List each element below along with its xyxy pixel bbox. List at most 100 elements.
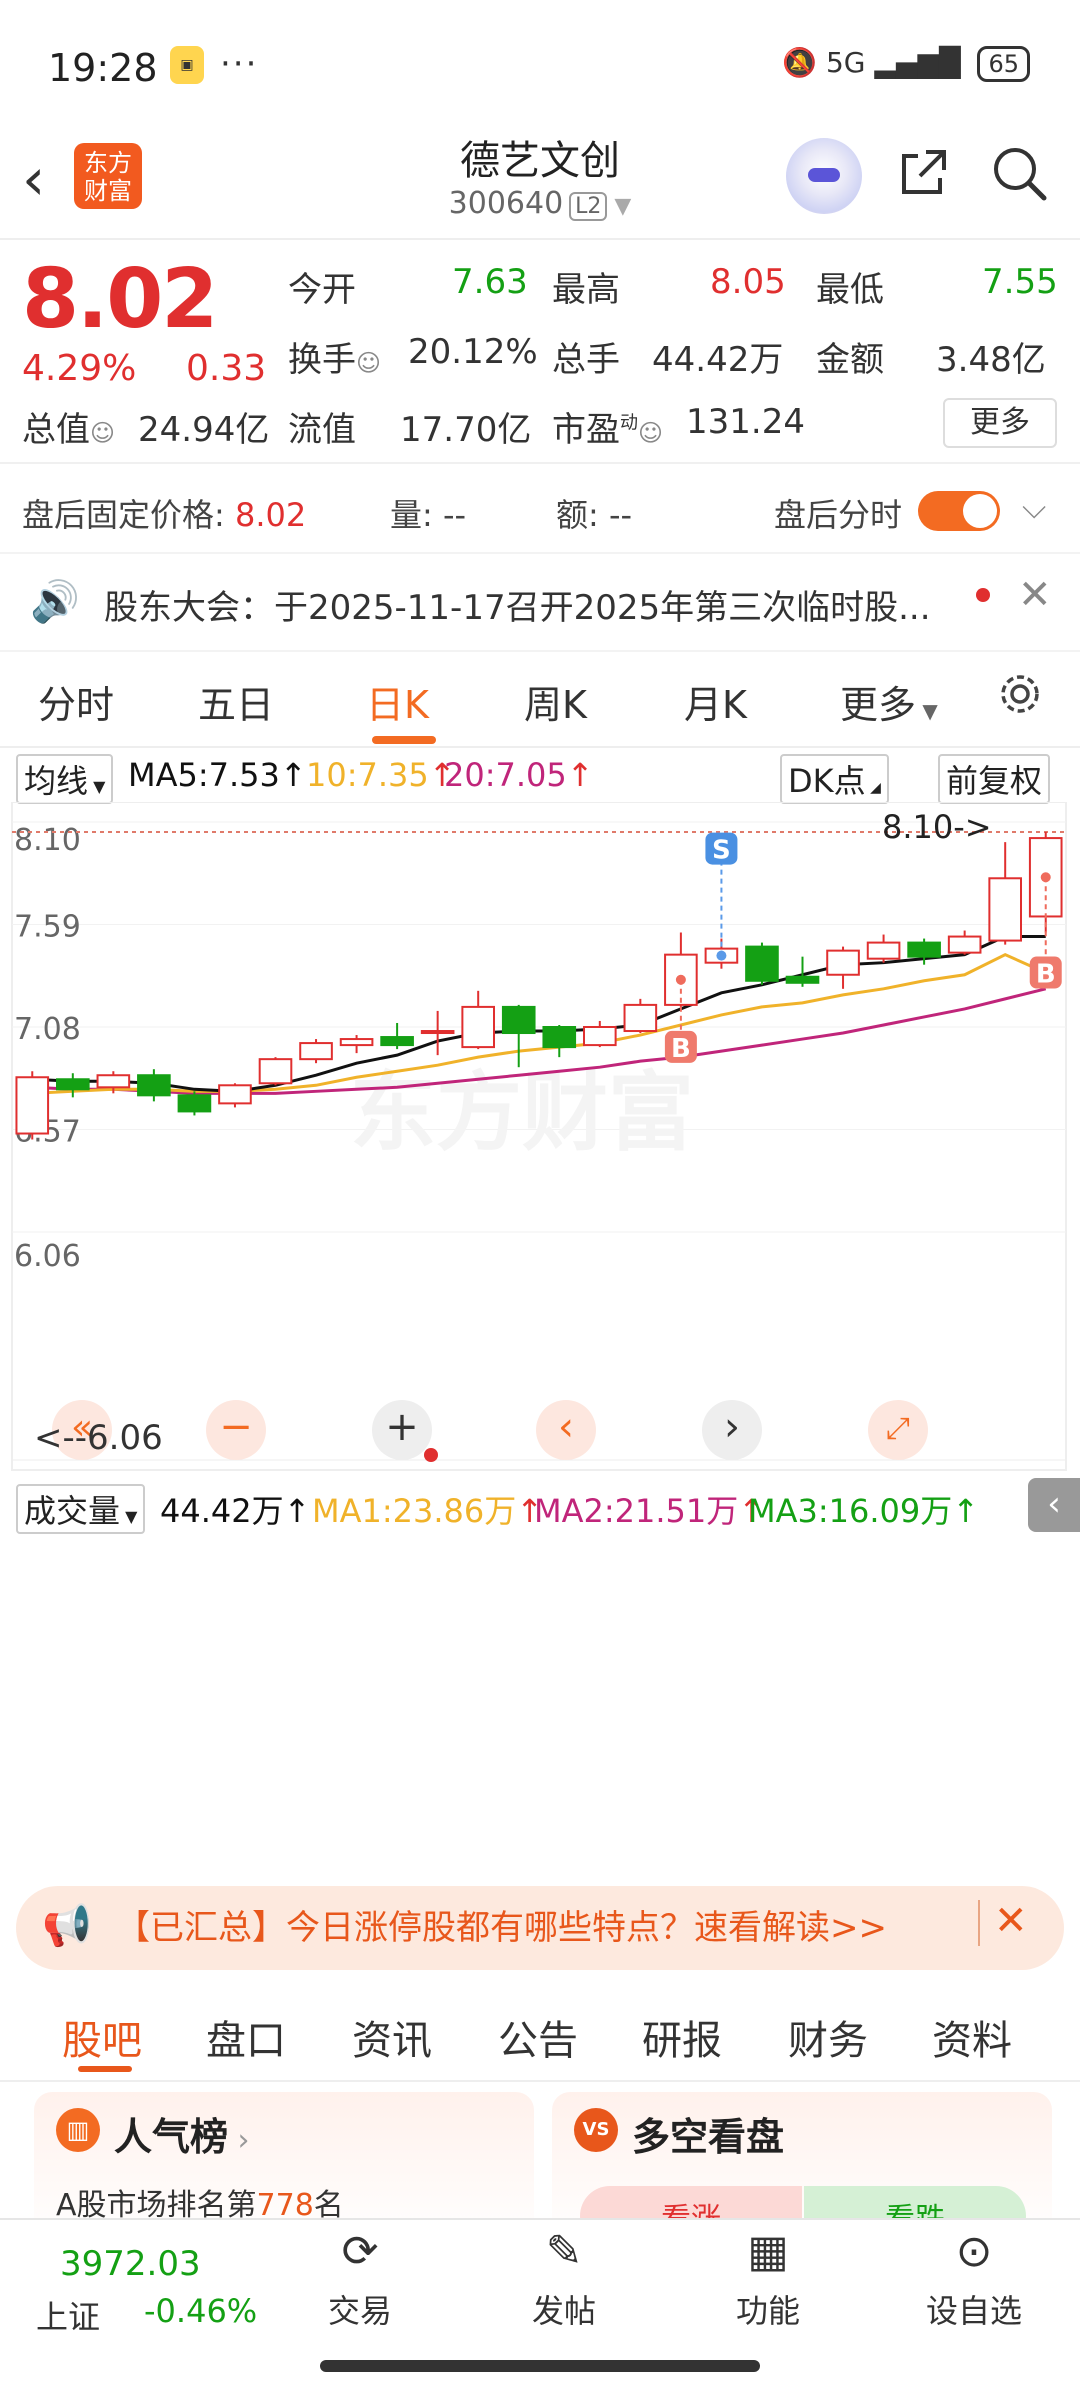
tab-five-day[interactable]: 五日 [198,674,274,729]
next-button[interactable]: › [702,1400,762,1460]
kline-chart[interactable]: 8.107.597.086.576.06东方财富8.10->BSB44.42万2… [0,802,1080,1478]
index-change[interactable]: -0.46% [144,2292,257,2330]
status-icons: 🔕 5G ▂▄▆█ 65 [782,46,1030,82]
vol-ma3-text: MA3:16.09万 [748,1492,953,1530]
price-tick-label: 7.08 [14,1012,81,1047]
stock-code: 300640 [448,186,564,221]
candle-up [339,1038,374,1047]
volume-value: 44.42万 [652,340,784,380]
collapse-panel-icon[interactable]: ‹ [1028,1478,1080,1532]
megaphone-icon: 📢 [42,1903,92,1949]
zoom-out-button[interactable]: − [206,1400,266,1460]
dk-button[interactable]: DK点 ◢ [780,754,889,804]
chevron-down-icon[interactable]: ⌵ [1022,488,1046,527]
prev-button[interactable]: ‹ [536,1400,596,1460]
mktcap-label[interactable]: 总值☺ [22,402,115,451]
float-value: 17.70亿 [400,410,532,450]
buy-signal-label: B [671,1034,691,1064]
bull-bear-title: 多空看盘 [632,2115,785,2159]
open-label: 今开 [288,270,356,310]
nav-functions-label: 功能 [735,2292,800,2330]
close-icon[interactable]: ✕ [1018,572,1052,618]
index-name[interactable]: 上证 [36,2292,100,2338]
tab-more[interactable]: 更多 ▼ [840,674,938,729]
tab-research[interactable]: 研报 [642,2008,722,2066]
tab-announcements[interactable]: 公告 [498,2008,578,2066]
tab-profile[interactable]: 资料 [932,2008,1012,2066]
candle-up [218,1084,252,1105]
banner-divider [978,1900,980,1946]
candle-up [582,1026,617,1047]
tab-intraday[interactable]: 分时 [38,674,114,729]
ma-selector[interactable]: 均线 ▼ [16,754,114,804]
candle-down [745,945,779,982]
mktcap-label-text: 总值 [22,410,90,450]
open-value: 7.63 [452,262,528,302]
chevron-down-icon: ▼ [607,194,632,219]
yuan-exchange-icon: ⟳ [341,2226,379,2277]
pe-sup: 动 [620,412,638,434]
dk-button-label: DK点 [788,762,866,800]
low-value: 7.55 [982,262,1058,302]
adjust-button[interactable]: 前复权 [938,754,1051,804]
status-time: 19:28 [48,46,158,90]
candle-down [501,1005,536,1035]
watermark: 东方财富 [350,1063,694,1163]
nav-add-watchlist[interactable]: ⊙ 设自选 [914,2226,1034,2332]
ma-selector-label: 均线 [24,762,89,800]
candle-up [623,1003,658,1033]
high-label: 最高 [552,270,620,310]
after-hours-vol-value: -- [442,496,467,534]
ma20-value: 20:7.05↑ [444,756,594,794]
amount-label: 金额 [816,340,884,380]
volume-selector[interactable]: 成交量 ▼ [16,1484,146,1534]
tab-finance[interactable]: 财务 [788,2008,868,2066]
low-label: 最低 [816,270,884,310]
amount-value: 3.48亿 [936,340,1046,380]
ma10-value: 10:7.35↑ [306,756,456,794]
unread-dot [976,588,990,602]
search-icon[interactable] [990,144,1048,202]
tab-news[interactable]: 资讯 [352,2008,432,2066]
tab-pankou[interactable]: 盘口 [206,2008,286,2066]
more-button[interactable]: 更多 [943,398,1057,448]
candle-down [542,1026,577,1049]
max-price-marker: 8.10-> [882,808,992,846]
after-hours-toggle-label: 盘后分时 [774,496,903,534]
index-value[interactable]: 3972.03 [60,2244,201,2284]
vs-icon: VS [574,2108,618,2152]
caret-down-icon: ▼ [88,777,106,796]
mktcap-value: 24.94亿 [138,410,270,450]
close-icon[interactable]: ✕ [994,1898,1028,1944]
gear-icon[interactable] [996,670,1044,718]
tab-weekly-k[interactable]: 周K [524,674,587,729]
tab-guba[interactable]: 股吧 [62,2008,142,2066]
popularity-title: 人气榜 › [114,2106,250,2161]
nav-trade[interactable]: ⟳ 交易 [300,2226,420,2332]
tab-daily-k[interactable]: 日K [366,674,429,729]
candle-up [15,1076,50,1135]
assistant-robot-icon[interactable] [786,138,862,214]
nav-functions[interactable]: ▦ 功能 [708,2226,828,2332]
fullscreen-icon[interactable]: ⤢ [868,1400,928,1460]
change-pct: 4.29% [22,348,137,389]
tab-monthly-k[interactable]: 月K [684,674,747,729]
caret-icon: ◢ [865,780,881,796]
content-tabs: 股吧 盘口 资讯 公告 研报 财务 资料 [0,1986,1080,2082]
grid-icon: ▦ [747,2226,789,2277]
after-hours-price-label: 盘后固定价格: [22,496,225,534]
turnover-label[interactable]: 换手☺ [288,332,381,381]
zoom-in-button[interactable]: + [372,1400,432,1460]
nav-post[interactable]: ✎ 发帖 [504,2226,624,2332]
after-hours-toggle[interactable] [918,491,1000,531]
share-icon[interactable] [896,144,952,200]
zoom-in-dot [424,1448,438,1462]
candle-up [826,949,860,976]
candle-down [137,1074,171,1097]
turnover-value: 20.12% [408,332,538,372]
pe-label[interactable]: 市盈动☺ [552,402,663,451]
caret-down-icon: ▼ [916,699,938,723]
after-hours-price: 盘后固定价格: 8.02 [22,490,306,536]
candle-up [299,1042,333,1061]
mute-icon: 🔕 [782,46,818,79]
